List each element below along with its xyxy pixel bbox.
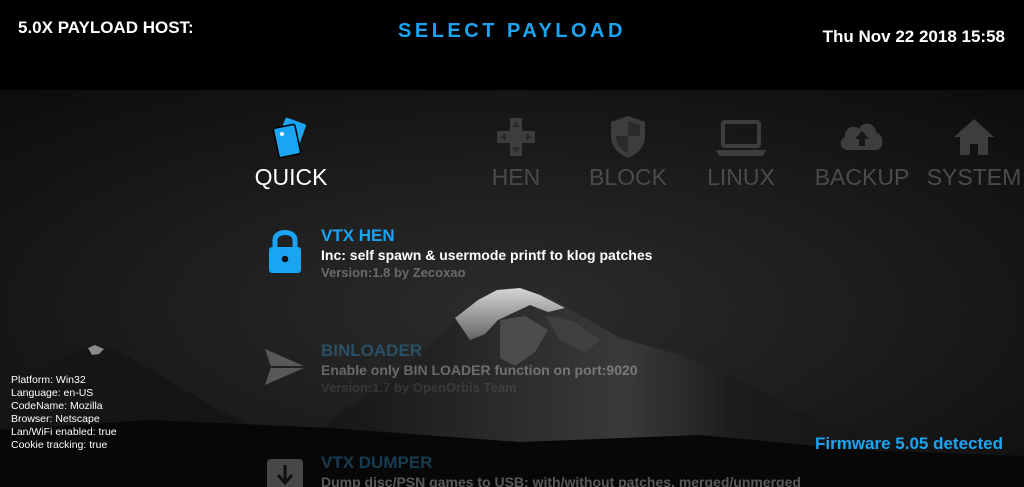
shield-icon [611,116,645,158]
payload-version: Version:1.7 by OpenOrbis Team [321,380,517,395]
payload-title: BINLOADER [321,341,423,360]
top-bar: 5.0X PAYLOAD HOST: SELECT PAYLOAD Thu No… [0,0,1024,90]
lock-icon [269,230,301,273]
tab-backup[interactable]: BACKUP [806,112,918,191]
dpad-icon [497,118,535,156]
cloud-upload-icon [840,123,883,150]
payload-description: Inc: self spawn & usermode printf to klo… [321,247,653,263]
tab-linux-label: LINUX [707,164,775,190]
tab-hen-label: HEN [491,164,541,190]
tab-quick[interactable]: QUICK [235,112,347,191]
info-browser: Browser: Netscape [11,413,100,426]
firmware-status: Firmware 5.05 detected [814,434,1003,453]
tab-linux[interactable]: LINUX [685,112,797,191]
payload-description: Enable only BIN LOADER function on port:… [321,362,638,378]
tab-hen[interactable]: HEN [460,112,572,191]
send-icon [265,349,306,385]
info-platform: Platform: Win32 [11,374,86,386]
tab-quick-label: QUICK [254,164,328,190]
payload-description: Dump disc/PSN games to USB: with/without… [321,474,801,487]
info-lan: Lan/WiFi enabled: true [11,426,117,439]
payload-host-app: 5.0X PAYLOAD HOST: SELECT PAYLOAD Thu No… [0,0,1024,487]
download-icon [267,459,303,487]
payload-title: VTX HEN [321,226,395,245]
cards-icon [272,117,306,159]
browser-info-panel: Platform: Win32 Language: en-US CodeName… [11,374,117,453]
tab-system[interactable]: SYSTEM [918,112,1024,191]
tab-backup-label: BACKUP [814,164,910,190]
payload-title: VTX DUMPER [321,453,433,472]
home-icon [954,119,994,155]
info-codename: CodeName: Mozilla [11,400,103,413]
tab-block-label: BLOCK [589,164,667,190]
info-cookie: Cookie tracking: true [11,439,108,452]
laptop-icon [716,120,766,156]
tab-block[interactable]: BLOCK [572,112,684,191]
payload-version: Version:1.8 by Zecoxao [321,265,466,280]
datetime-display: Thu Nov 22 2018 15:58 [822,27,1005,46]
info-language: Language: en-US [11,387,94,400]
tab-system-label: SYSTEM [926,164,1022,190]
